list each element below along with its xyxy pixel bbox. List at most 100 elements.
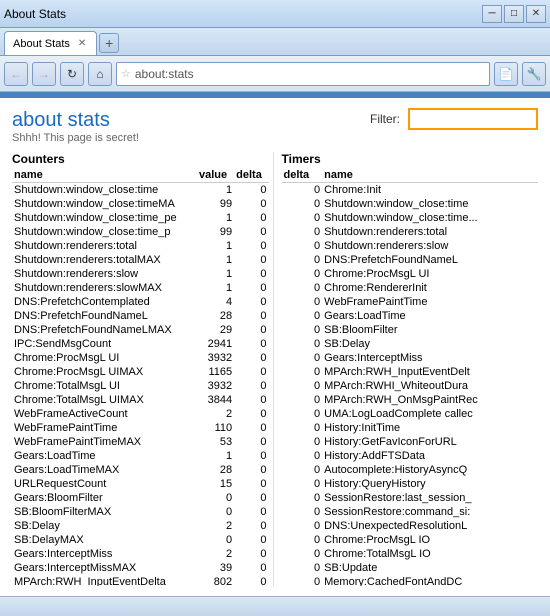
counter-value: 1165: [197, 365, 234, 379]
table-row: Shutdown:renderers:total 1 0: [12, 239, 269, 253]
wrench-button[interactable]: 🔧: [522, 62, 546, 86]
counters-name-header: name: [12, 168, 197, 183]
table-row: URLRequestCount 15 0: [12, 477, 269, 491]
bookmark-icon[interactable]: ☆: [121, 67, 131, 80]
counters-scroll[interactable]: name value delta Shutdown:window_close:t…: [12, 168, 269, 586]
counter-delta: 0: [234, 225, 268, 239]
table-row: IPC:SendMsgCount 2941 0: [12, 337, 269, 351]
table-row: 0 Shutdown:window_close:time: [282, 197, 539, 211]
counter-value: 99: [197, 225, 234, 239]
counter-delta: 0: [234, 379, 268, 393]
counter-delta: 0: [234, 547, 268, 561]
table-row: 0 MPArch:RWHI_WhiteoutDura: [282, 379, 539, 393]
timers-delta-header: delta: [282, 168, 323, 183]
timer-delta: 0: [282, 211, 323, 225]
counter-name: WebFramePaintTime: [12, 421, 197, 435]
counter-delta: 0: [234, 575, 268, 586]
counter-delta: 0: [234, 533, 268, 547]
timer-name: WebFramePaintTime: [322, 295, 538, 309]
counter-value: 802: [197, 575, 234, 586]
timer-delta: 0: [282, 519, 323, 533]
counter-delta: 0: [234, 463, 268, 477]
counter-value: 2: [197, 519, 234, 533]
table-row: Gears:InterceptMiss 2 0: [12, 547, 269, 561]
counter-name: MPArch:RWH_InputEventDelta: [12, 575, 197, 586]
counter-delta: 0: [234, 239, 268, 253]
timer-name: SessionRestore:last_session_: [322, 491, 538, 505]
timers-name-header: name: [322, 168, 538, 183]
active-tab[interactable]: About Stats ✕: [4, 31, 97, 55]
counters-header: Counters: [12, 152, 269, 166]
counter-name: SB:DelayMAX: [12, 533, 197, 547]
timer-name: Shutdown:renderers:total: [322, 225, 538, 239]
counter-name: IPC:SendMsgCount: [12, 337, 197, 351]
forward-button[interactable]: →: [32, 62, 56, 86]
filter-input[interactable]: [408, 108, 538, 130]
counter-value: 1: [197, 281, 234, 295]
table-row: Chrome:ProcMsgL UI 3932 0: [12, 351, 269, 365]
counter-value: 3932: [197, 379, 234, 393]
timer-name: Shutdown:renderers:slow: [322, 239, 538, 253]
counter-value: 39: [197, 561, 234, 575]
timer-name: Shutdown:window_close:time: [322, 197, 538, 211]
timer-delta: 0: [282, 505, 323, 519]
timer-delta: 0: [282, 267, 323, 281]
timer-name: Chrome:ProcMsgL IO: [322, 533, 538, 547]
timer-delta: 0: [282, 533, 323, 547]
table-row: 0 History:InitTime: [282, 421, 539, 435]
timers-table: delta name 0 Chrome:Init 0 Shutdown:wind…: [282, 168, 539, 586]
table-row: 0 SessionRestore:last_session_: [282, 491, 539, 505]
counter-value: 28: [197, 463, 234, 477]
close-button[interactable]: ✕: [526, 5, 546, 23]
timer-delta: 0: [282, 239, 323, 253]
timer-name: Gears:LoadTime: [322, 309, 538, 323]
timer-delta: 0: [282, 421, 323, 435]
page-menu-button[interactable]: 📄: [494, 62, 518, 86]
table-row: 0 Chrome:TotalMsgL IO: [282, 547, 539, 561]
page-title: about stats: [12, 108, 370, 132]
counter-delta: 0: [234, 421, 268, 435]
refresh-button[interactable]: ↻: [60, 62, 84, 86]
table-row: Shutdown:renderers:slowMAX 1 0: [12, 281, 269, 295]
counter-delta: 0: [234, 337, 268, 351]
address-input[interactable]: [135, 67, 485, 81]
counter-value: 1: [197, 211, 234, 225]
table-row: 0 DNS:PrefetchFoundNameL: [282, 253, 539, 267]
timers-header: Timers: [282, 152, 539, 166]
tab-close-button[interactable]: ✕: [78, 38, 86, 49]
counter-name: DNS:PrefetchFoundNameL: [12, 309, 197, 323]
counter-name: Chrome:TotalMsgL UI: [12, 379, 197, 393]
timer-name: Chrome:TotalMsgL IO: [322, 547, 538, 561]
counter-name: Shutdown:renderers:total: [12, 239, 197, 253]
back-button[interactable]: ←: [4, 62, 28, 86]
address-input-wrap: ☆: [116, 62, 490, 86]
address-bar: ← → ↻ ⌂ ☆ 📄 🔧: [0, 56, 550, 92]
counter-value: 15: [197, 477, 234, 491]
counter-delta: 0: [234, 211, 268, 225]
table-row: 0 SessionRestore:command_si:: [282, 505, 539, 519]
page-header: about stats Shhh! This page is secret! F…: [12, 108, 538, 144]
table-row: Chrome:ProcMsgL UIMAX 1165 0: [12, 365, 269, 379]
counter-value: 3844: [197, 393, 234, 407]
timer-delta: 0: [282, 183, 323, 198]
tab-label: About Stats: [13, 38, 70, 50]
minimize-button[interactable]: ─: [482, 5, 502, 23]
timer-delta: 0: [282, 491, 323, 505]
home-button[interactable]: ⌂: [88, 62, 112, 86]
counter-name: Shutdown:window_close:time_pe: [12, 211, 197, 225]
timer-delta: 0: [282, 281, 323, 295]
timer-delta: 0: [282, 309, 323, 323]
table-row: 0 Chrome:ProcMsgL IO: [282, 533, 539, 547]
timer-delta: 0: [282, 225, 323, 239]
counter-name: Shutdown:window_close:time_p: [12, 225, 197, 239]
maximize-button[interactable]: □: [504, 5, 524, 23]
table-row: Gears:LoadTimeMAX 28 0: [12, 463, 269, 477]
table-row: DNS:PrefetchFoundNameLMAX 29 0: [12, 323, 269, 337]
timer-name: Shutdown:window_close:time...: [322, 211, 538, 225]
header-left: about stats Shhh! This page is secret!: [12, 108, 370, 144]
counter-name: Shutdown:window_close:timeMA: [12, 197, 197, 211]
timers-scroll[interactable]: delta name 0 Chrome:Init 0 Shutdown:wind…: [282, 168, 539, 586]
counter-delta: 0: [234, 435, 268, 449]
status-bar: [0, 596, 550, 616]
new-tab-button[interactable]: +: [99, 33, 119, 53]
